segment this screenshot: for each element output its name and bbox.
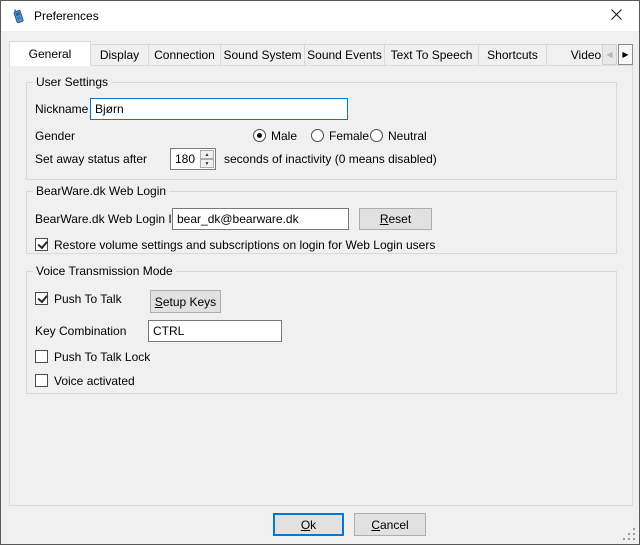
close-icon <box>611 9 622 23</box>
tab-sound-events[interactable]: Sound Events <box>304 44 385 66</box>
gender-radio-female[interactable] <box>311 129 324 142</box>
spinner-down-icon[interactable]: ▼ <box>200 159 214 168</box>
tab-sound-system[interactable]: Sound System <box>220 44 305 66</box>
tab-connection[interactable]: Connection <box>148 44 221 66</box>
restore-volume-checkbox[interactable] <box>35 238 48 251</box>
tab-shortcuts[interactable]: Shortcuts <box>478 44 547 66</box>
tab-scroll-right-icon[interactable]: ▶ <box>618 44 633 65</box>
gender-radio-male-label: Male <box>271 125 297 147</box>
away-seconds-spinner: ▲ ▼ <box>170 148 216 170</box>
restore-volume-label: Restore volume settings and subscription… <box>54 234 435 256</box>
tab-scroll-left-icon[interactable]: ◀ <box>602 44 617 65</box>
push-to-talk-lock-label: Push To Talk Lock <box>54 346 150 368</box>
key-combination-label: Key Combination <box>35 320 126 342</box>
window-title: Preferences <box>34 1 99 31</box>
away-seconds-input[interactable] <box>171 149 199 169</box>
setup-keys-button[interactable]: Setup Keys <box>150 290 221 313</box>
spinner-buttons: ▲ ▼ <box>200 150 214 168</box>
voice-transmission-group-title: Voice Transmission Mode <box>33 264 176 279</box>
push-to-talk-label: Push To Talk <box>54 288 122 310</box>
cancel-button[interactable]: Cancel <box>354 513 426 536</box>
web-login-id-input[interactable] <box>172 208 349 230</box>
ok-button[interactable]: Ok <box>273 513 344 536</box>
resize-grip[interactable] <box>622 527 635 540</box>
web-login-id-label: BearWare.dk Web Login ID <box>35 208 180 230</box>
reset-button[interactable]: Reset <box>359 208 432 230</box>
nickname-label: Nickname <box>35 98 88 120</box>
close-button[interactable] <box>594 1 639 31</box>
preferences-tabbar: General Display Connection Sound System … <box>9 41 633 66</box>
nickname-input[interactable] <box>90 98 348 120</box>
away-status-suffix: seconds of inactivity (0 means disabled) <box>224 148 437 170</box>
tab-text-to-speech[interactable]: Text To Speech <box>384 44 479 66</box>
tab-panel-general: User Settings Nickname Gender Male Femal… <box>9 65 633 506</box>
voice-activated-label: Voice activated <box>54 370 135 392</box>
gender-radio-neutral-label: Neutral <box>388 125 427 147</box>
push-to-talk-lock-checkbox[interactable] <box>35 350 48 363</box>
push-to-talk-checkbox[interactable] <box>35 292 48 305</box>
gender-label: Gender <box>35 125 75 147</box>
gender-radio-female-label: Female <box>329 125 369 147</box>
web-login-group-title: BearWare.dk Web Login <box>33 184 169 199</box>
tab-general[interactable]: General <box>9 41 91 66</box>
tab-video[interactable]: Video <box>546 44 602 66</box>
key-combination-input[interactable] <box>148 320 282 342</box>
tab-display[interactable]: Display <box>90 44 149 66</box>
gender-radio-male[interactable] <box>253 129 266 142</box>
voice-activated-checkbox[interactable] <box>35 374 48 387</box>
away-status-label: Set away status after <box>35 148 147 170</box>
teamtalk-app-icon <box>10 8 26 24</box>
tab-scroll-buttons: ◀ ▶ <box>602 44 633 65</box>
gender-radio-neutral[interactable] <box>370 129 383 142</box>
user-settings-group-title: User Settings <box>33 75 111 90</box>
preferences-dialog: Preferences General Display Connection S… <box>0 0 640 545</box>
titlebar[interactable]: Preferences <box>1 1 639 31</box>
spinner-up-icon[interactable]: ▲ <box>200 150 214 159</box>
tab-strip: General Display Connection Sound System … <box>9 41 602 66</box>
